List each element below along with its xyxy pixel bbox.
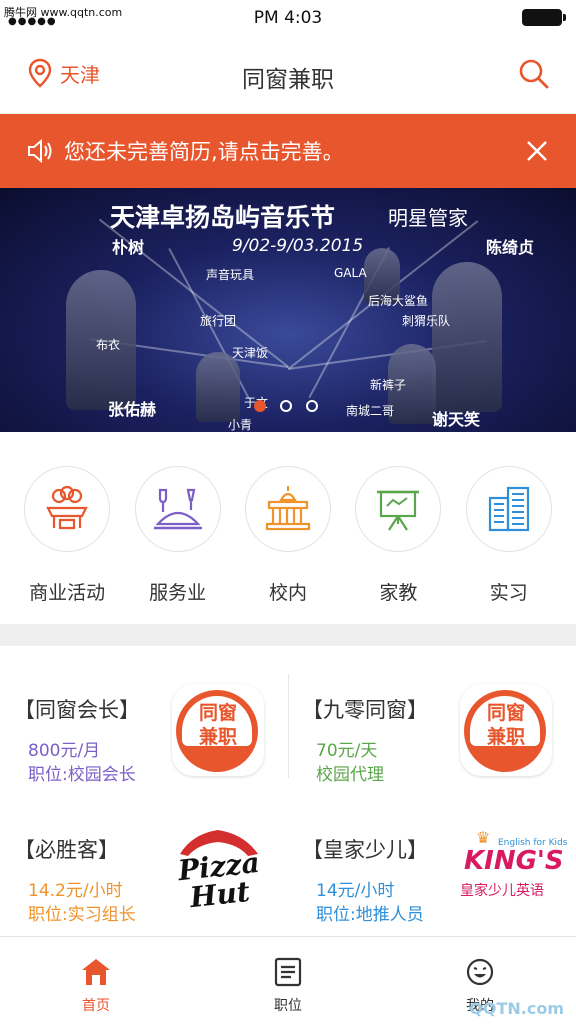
location-selector[interactable]: 天津 [28,58,100,88]
logo-text: 兼职 [486,726,525,748]
banner-artist: 陈绮贞 [486,238,535,257]
logo-text: Hut [188,874,252,915]
banner-artist: 新裤子 [370,378,407,392]
battery-icon [522,9,566,26]
tab-label: 首页 [82,998,110,1014]
company-logo: 同窗 兼职 [172,684,264,776]
job-pay: 800元/月 [28,741,101,761]
category-campus[interactable]: 校内 [240,466,336,624]
banner-artist: 声音玩具 [206,268,255,282]
banner-artist: 南城二哥 [346,404,395,418]
banner-artist: 小青 [228,418,253,432]
banner-artist: 张佑赫 [108,400,157,419]
campus-icon [265,486,311,531]
banner-artist: 旅行团 [200,314,237,328]
location-label: 天津 [60,62,100,87]
banner-artist: 后海大鲨鱼 [368,294,429,308]
job-card[interactable]: 【同窗会长】 800元/月 职位:校园会长 同窗 兼职 [0,646,288,786]
carousel-indicator[interactable] [254,400,318,412]
promo-banner[interactable]: 天津卓扬岛屿音乐节 明星管家 9/02-9/03.2015 朴树 声音玩具 GA… [0,188,576,432]
home-icon [82,959,110,985]
category-internship[interactable]: 实习 [461,466,557,624]
logo-text: 同窗 [198,702,237,724]
job-pay: 70元/天 [316,741,378,761]
status-bar: 腾牛网 www.qqtn.com ●●●●● PM 4:03 [0,0,576,36]
category-label: 实习 [489,582,528,604]
section-divider [0,624,576,646]
job-company: 【九零同窗】 [302,698,428,722]
logo-text: 兼职 [198,726,237,748]
job-position: 职位:实习组长 [28,905,136,925]
logo-text: 同窗 [486,702,525,724]
search-icon [519,59,549,89]
category-label: 校内 [268,582,307,604]
tab-jobs[interactable]: 职位 [192,937,384,1024]
job-company: 【皇家少儿】 [302,838,428,862]
job-card[interactable]: 【必胜客】 14.2元/小时 职位:实习组长 Pizza Hut [0,786,288,926]
pizza-hut-logo: Pizza Hut [172,824,264,916]
logo-text: 皇家少儿英语 [460,883,544,899]
close-icon[interactable] [526,140,548,162]
banner-artist: 天津饭 [232,346,269,360]
service-icon [153,488,202,530]
job-position: 校园代理 [316,765,384,785]
category-service[interactable]: 服务业 [130,466,226,624]
crown-icon: ♛ [476,828,491,847]
carousel-dot[interactable] [254,400,266,412]
internship-icon [488,486,529,532]
job-pay: 14.2元/小时 [28,881,123,901]
category-grid: 商业活动 服务业 校内 家教 实习 [0,432,576,624]
job-position: 职位:校园会长 [28,765,136,785]
banner-artist: 布衣 [96,338,121,352]
banner-artist: 谢天笑 [432,410,481,429]
carousel-dot[interactable] [306,400,318,412]
business-activity-icon [46,485,88,530]
app-header: 天津 同窗兼职 [0,36,576,114]
speaker-icon [28,138,52,164]
category-label: 商业活动 [29,582,106,604]
status-time: PM 4:03 [253,8,323,28]
search-button[interactable] [518,58,550,94]
job-list: 【同窗会长】 800元/月 职位:校园会长 同窗 兼职 【九零同窗】 70元/天… [0,646,576,936]
banner-artist: GALA [334,266,367,280]
kings-logo: English for Kids ♛ KING'S 皇家少儿英语 [460,824,567,916]
tab-home[interactable]: 首页 [0,937,192,1024]
watermark: QQTN.com [469,999,564,1018]
company-logo: 同窗 兼职 [460,684,552,776]
banner-subtitle: 明星管家 [388,206,468,230]
list-icon [274,957,302,987]
logo-text: KING'S [464,846,564,876]
category-tutor[interactable]: 家教 [350,466,446,624]
resume-notice-bar[interactable]: 您还未完善简历,请点击完善。 [0,114,576,188]
job-position: 职位:地推人员 [316,905,424,925]
banner-artist: 朴树 [112,238,145,257]
tab-label: 职位 [274,998,302,1014]
category-business[interactable]: 商业活动 [19,466,115,624]
job-card[interactable]: 【九零同窗】 70元/天 校园代理 同窗 兼职 [288,646,576,786]
smiley-icon [466,958,494,986]
tutor-icon [377,490,420,531]
job-company: 【同窗会长】 [14,698,140,722]
banner-date: 9/02-9/03.2015 [232,236,364,256]
category-label: 家教 [379,582,418,604]
carousel-dot[interactable] [280,400,292,412]
location-pin-icon [28,58,52,88]
category-label: 服务业 [149,582,207,604]
notice-text: 您还未完善简历,请点击完善。 [64,140,344,164]
job-company: 【必胜客】 [14,838,119,862]
banner-artist: 刺猬乐队 [402,314,451,328]
job-pay: 14元/小时 [316,881,395,901]
job-card[interactable]: 【皇家少儿】 14元/小时 职位:地推人员 English for Kids ♛… [288,786,576,926]
banner-title: 天津卓扬岛屿音乐节 [110,203,336,232]
